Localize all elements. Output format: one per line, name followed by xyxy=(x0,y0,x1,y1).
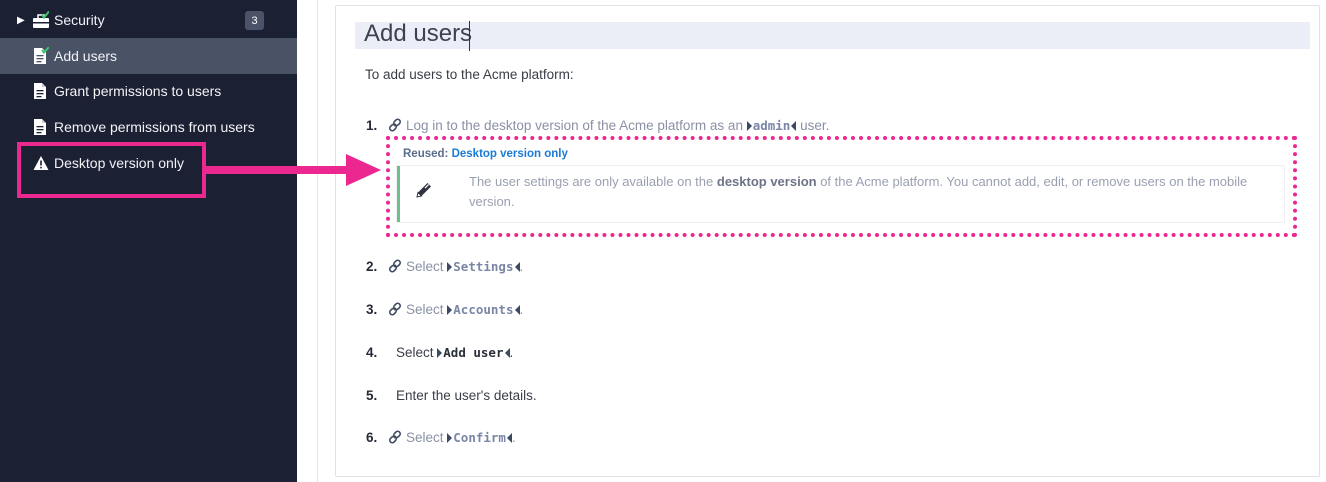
sidebar: ▶ Security 3 Add users Grant permissions… xyxy=(0,0,297,482)
intro-text: To add users to the Acme platform: xyxy=(365,67,574,82)
note-text-bold: desktop version xyxy=(716,174,817,189)
step-item: 2. Select Settings. xyxy=(366,257,966,275)
sidebar-item-add-users[interactable]: Add users xyxy=(0,38,297,74)
step-number: 2. xyxy=(366,258,378,274)
cmd-start-icon xyxy=(447,261,453,272)
step-item: 1. Log in to the desktop version of the … xyxy=(366,116,1266,134)
step-text-pre: Log in to the desktop version of the Acm… xyxy=(406,117,747,133)
step-text-post: . xyxy=(519,258,524,274)
toolbox-check-icon xyxy=(33,11,49,28)
step-text-post: . xyxy=(509,344,514,360)
step-number: 5. xyxy=(366,387,378,403)
step-text-pre: Select xyxy=(396,344,438,360)
step-text-pre: Select xyxy=(406,258,448,274)
step-text-pre: Select xyxy=(406,301,448,317)
sidebar-item-grant-permissions[interactable]: Grant permissions to users xyxy=(0,73,297,109)
ui-command: Accounts xyxy=(453,301,514,317)
step-item: 6. Select Confirm. xyxy=(366,428,966,446)
step-text: Log in to the desktop version of the Acm… xyxy=(406,118,829,133)
step-text-pre: Select xyxy=(406,429,448,445)
document-icon xyxy=(34,83,46,99)
count-badge: 3 xyxy=(245,11,264,30)
reuse-label: Reused: Desktop version only xyxy=(403,148,568,160)
app-root: ▶ Security 3 Add users Grant permissions… xyxy=(0,0,1326,482)
note-text-pre: The user settings are only available on … xyxy=(469,174,717,189)
step-number: 1. xyxy=(366,117,378,133)
step-item: 3. Select Accounts. xyxy=(366,300,966,318)
link-icon[interactable] xyxy=(388,259,402,273)
note-text: The user settings are only available on … xyxy=(469,172,1279,212)
step-item: 4. Select Add user. xyxy=(366,343,966,361)
step-number: 4. xyxy=(366,344,378,360)
sidebar-item-label: Grant permissions to users xyxy=(54,83,222,99)
annotation-arrow-icon xyxy=(203,154,381,186)
text-cursor xyxy=(469,21,470,51)
sidebar-item-label: Security xyxy=(54,12,105,28)
step-text-post: user. xyxy=(796,117,830,133)
ui-command: Settings xyxy=(453,258,514,274)
step-text: Select Add user. xyxy=(396,345,513,360)
step-item: 5. Enter the user's details. xyxy=(366,386,966,404)
reuse-title-link[interactable]: Desktop version only xyxy=(452,148,568,160)
cmd-start-icon xyxy=(437,347,443,358)
reuse-prefix: Reused: xyxy=(403,148,449,160)
step-text: Select Confirm. xyxy=(406,430,516,445)
cmd-start-icon xyxy=(447,432,453,443)
highlight-box-sidebar xyxy=(17,142,206,198)
step-text-post: . xyxy=(519,301,524,317)
link-icon[interactable] xyxy=(388,302,402,316)
link-icon[interactable] xyxy=(388,118,402,132)
cmd-start-icon xyxy=(746,120,752,131)
step-text: Enter the user's details. xyxy=(396,387,537,403)
sidebar-item-label: Remove permissions from users xyxy=(54,119,255,135)
expand-caret-icon[interactable]: ▶ xyxy=(17,15,25,26)
page-title[interactable]: Add users xyxy=(364,20,472,48)
step-text: Select Settings. xyxy=(406,259,523,274)
step-number: 6. xyxy=(366,429,378,445)
ui-command: Add user xyxy=(443,344,504,360)
sidebar-item-security[interactable]: ▶ Security 3 xyxy=(0,2,297,38)
ui-command: Confirm xyxy=(453,429,506,445)
step-number: 3. xyxy=(366,301,378,317)
ui-command: admin xyxy=(752,117,791,133)
step-text-post: . xyxy=(511,429,516,445)
document-icon xyxy=(34,119,46,135)
cmd-start-icon xyxy=(447,304,453,315)
sidebar-item-remove-permissions[interactable]: Remove permissions from users xyxy=(0,109,297,145)
step-text: Select Accounts. xyxy=(406,302,523,317)
link-icon[interactable] xyxy=(388,430,402,444)
document-check-icon xyxy=(34,47,49,64)
content-gutter xyxy=(297,0,318,482)
sidebar-item-label: Add users xyxy=(54,48,118,64)
title-bar xyxy=(355,22,1310,49)
pencil-icon xyxy=(416,183,431,198)
